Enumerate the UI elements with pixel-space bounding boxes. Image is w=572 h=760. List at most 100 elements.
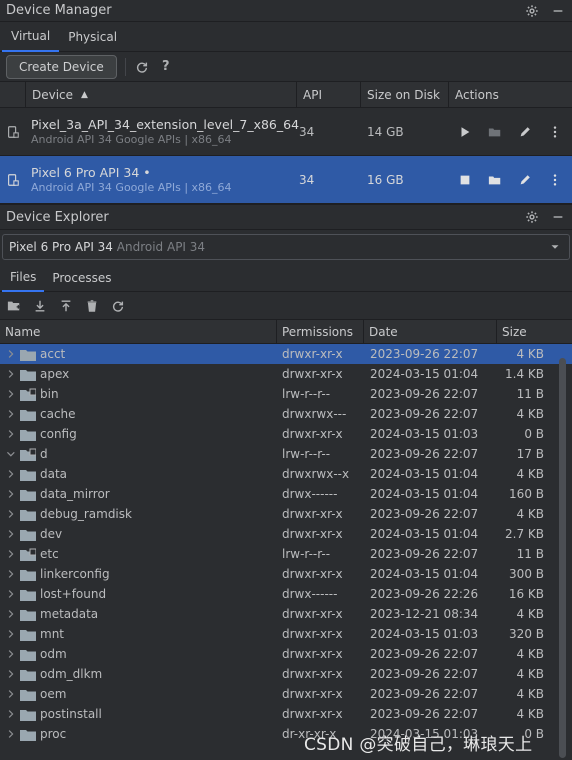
file-date: 2024-03-15 01:03 (370, 427, 479, 441)
open-folder-icon[interactable] (487, 172, 503, 188)
file-row[interactable]: oem drwxr-xr-x 2023-09-26 22:07 4 KB (0, 684, 572, 704)
file-name-cell: bin (0, 384, 277, 404)
file-row[interactable]: acct drwxr-xr-x 2023-09-26 22:07 4 KB (0, 344, 572, 364)
tab-physical[interactable]: Physical (59, 22, 126, 52)
download-icon[interactable] (32, 298, 48, 314)
file-row[interactable]: debug_ramdisk drwxr-xr-x 2023-09-26 22:07 4… (0, 504, 572, 524)
file-permissions: drwxr-xr-x (282, 667, 343, 681)
phone-icon (0, 173, 26, 187)
gear-icon[interactable] (524, 209, 540, 225)
new-folder-icon[interactable] (6, 298, 22, 314)
chevron-right-icon[interactable] (4, 668, 16, 680)
file-name: bin (40, 387, 59, 401)
file-row[interactable]: etc lrw-r--r-- 2023-09-26 22:07 11 B (0, 544, 572, 564)
gear-icon[interactable] (524, 3, 540, 19)
file-row[interactable]: data drwxrwx--x 2024-03-15 01:04 4 KB (0, 464, 572, 484)
file-name-cell: proc (0, 724, 277, 744)
watermark: CSDN @突破自己，琳琅天上 (304, 735, 533, 755)
file-date: 2023-09-26 22:26 (370, 587, 479, 601)
chevron-right-icon[interactable] (4, 708, 16, 720)
edit-icon[interactable] (517, 124, 533, 140)
file-name: mnt (40, 627, 64, 641)
help-icon[interactable]: ? (158, 59, 174, 75)
file-row[interactable]: linkerconfig drwxr-xr-x 2024-03-15 01:04 30… (0, 564, 572, 584)
chevron-right-icon[interactable] (4, 548, 16, 560)
chevron-right-icon[interactable] (4, 568, 16, 580)
upload-icon[interactable] (58, 298, 74, 314)
chevron-right-icon[interactable] (4, 388, 16, 400)
chevron-right-icon[interactable] (4, 408, 16, 420)
chevron-right-icon[interactable] (4, 348, 16, 360)
file-row[interactable]: postinstall drwxr-xr-x 2023-09-26 22:07 4 K… (0, 704, 572, 724)
file-size: 320 B (509, 627, 544, 641)
file-date: 2023-09-26 22:07 (370, 347, 479, 361)
more-options-icon[interactable] (547, 172, 563, 188)
file-row[interactable]: apex drwxr-xr-x 2024-03-15 01:04 1.4 KB (0, 364, 572, 384)
chevron-right-icon[interactable] (4, 728, 16, 740)
explorer-toolbar (0, 292, 572, 320)
refresh-icon[interactable] (134, 59, 150, 75)
delete-icon[interactable] (84, 298, 100, 314)
chevron-right-icon[interactable] (4, 368, 16, 380)
column-permissions[interactable]: Permissions (277, 319, 364, 344)
column-date[interactable]: Date (364, 319, 497, 344)
file-permissions: drwx------ (282, 487, 338, 501)
chevron-right-icon[interactable] (4, 488, 16, 500)
file-name-cell: d (0, 444, 277, 464)
file-name-cell: etc (0, 544, 277, 564)
file-row[interactable]: odm drwxr-xr-x 2023-09-26 22:07 4 KB (0, 644, 572, 664)
file-date: 2023-09-26 22:07 (370, 407, 479, 421)
file-row[interactable]: config drwxr-xr-x 2024-03-15 01:03 0 B (0, 424, 572, 444)
minimize-icon[interactable] (550, 209, 566, 225)
edit-icon[interactable] (517, 172, 533, 188)
chevron-right-icon[interactable] (4, 528, 16, 540)
device-api: 34 (299, 172, 315, 187)
chevron-right-icon[interactable] (4, 608, 16, 620)
file-name: odm_dlkm (40, 667, 103, 681)
more-options-icon[interactable] (547, 124, 563, 140)
minimize-icon[interactable] (550, 3, 566, 19)
chevron-down-icon[interactable] (4, 448, 16, 460)
tab-files[interactable]: Files (2, 264, 45, 292)
device-name-cell: Pixel 6 Pro API 34 • Android API 34 Goog… (26, 165, 297, 194)
chevron-right-icon[interactable] (4, 628, 16, 640)
file-date: 2024-03-15 01:04 (370, 527, 479, 541)
column-size[interactable]: Size (497, 320, 572, 344)
chevron-right-icon[interactable] (4, 428, 16, 440)
device-row[interactable]: Pixel_3a_API_34_extension_level_7_x86_64… (0, 108, 572, 156)
column-size[interactable]: Size on Disk (361, 81, 449, 108)
open-folder-icon[interactable] (487, 124, 503, 140)
device-select[interactable]: Pixel 6 Pro API 34 Android API 34 (2, 234, 570, 260)
chevron-right-icon[interactable] (4, 468, 16, 480)
folder-icon (20, 668, 36, 681)
stop-icon[interactable] (457, 172, 473, 188)
chevron-right-icon[interactable] (4, 648, 16, 660)
column-api[interactable]: API (297, 81, 361, 108)
file-row[interactable]: mnt drwxr-xr-x 2024-03-15 01:03 320 B (0, 624, 572, 644)
scrollbar[interactable] (559, 358, 566, 758)
file-row[interactable]: lost+found drwx------ 2023-09-26 22:26 16 K… (0, 584, 572, 604)
file-size: 4 KB (516, 607, 544, 621)
device-api: 34 (299, 124, 315, 139)
file-row[interactable]: d lrw-r--r-- 2023-09-26 22:07 17 B (0, 444, 572, 464)
chevron-right-icon[interactable] (4, 588, 16, 600)
device-actions (449, 172, 563, 188)
chevron-right-icon[interactable] (4, 688, 16, 700)
file-row[interactable]: data_mirror drwx------ 2024-03-15 01:04 160… (0, 484, 572, 504)
play-icon[interactable] (457, 124, 473, 140)
column-device[interactable]: Device ▲ (26, 81, 297, 108)
column-name[interactable]: Name (0, 319, 277, 344)
file-date: 2024-03-15 01:04 (370, 487, 479, 501)
file-row[interactable]: odm_dlkm drwxr-xr-x 2023-09-26 22:07 4 KB (0, 664, 572, 684)
tab-virtual[interactable]: Virtual (2, 22, 60, 52)
refresh-icon[interactable] (110, 298, 126, 314)
device-name: Pixel_3a_API_34_extension_level_7_x86_64 (31, 117, 300, 132)
file-row[interactable]: dev drwxr-xr-x 2024-03-15 01:04 2.7 KB (0, 524, 572, 544)
create-device-button[interactable]: Create Device (6, 54, 117, 79)
device-row-selected[interactable]: Pixel 6 Pro API 34 • Android API 34 Goog… (0, 156, 572, 204)
file-row[interactable]: bin lrw-r--r-- 2023-09-26 22:07 11 B (0, 384, 572, 404)
file-row[interactable]: metadata drwxr-xr-x 2023-12-21 08:34 4 KB (0, 604, 572, 624)
chevron-right-icon[interactable] (4, 508, 16, 520)
file-row[interactable]: cache drwxrwx--- 2023-09-26 22:07 4 KB (0, 404, 572, 424)
tab-processes[interactable]: Processes (44, 264, 119, 292)
